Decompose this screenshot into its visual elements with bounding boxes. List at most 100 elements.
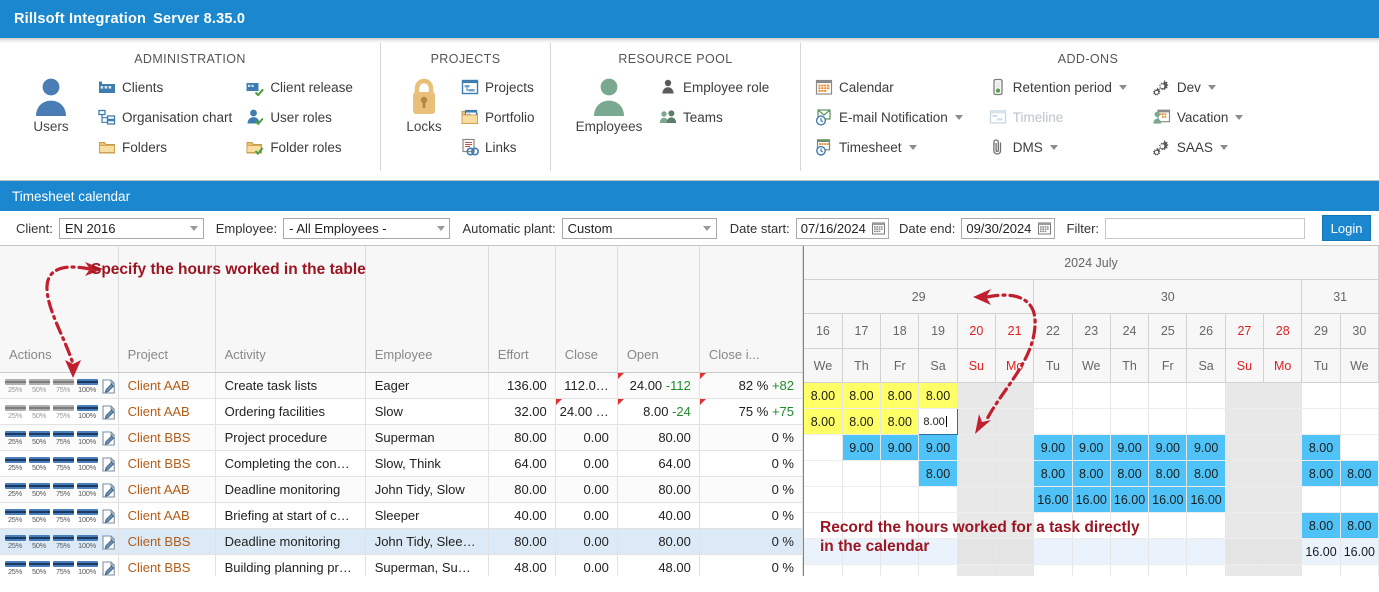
column-header-actions[interactable]: Actions (0, 246, 119, 373)
progress-button-50pct[interactable]: 50% (28, 482, 50, 498)
progress-button-75pct[interactable]: 75% (52, 508, 74, 524)
cell-open[interactable]: 80.00 (617, 528, 700, 555)
calendar-cell[interactable] (1186, 538, 1226, 565)
cell-close-index[interactable]: 0 % (699, 554, 804, 576)
calendar-cell[interactable] (880, 512, 920, 539)
calendar-cell[interactable] (995, 564, 1035, 576)
ribbon-item-email-notification[interactable]: E-mail Notification (815, 102, 963, 132)
calendar-cell[interactable] (1186, 383, 1226, 409)
calendar-cell[interactable] (1340, 486, 1379, 513)
calendar-cell[interactable] (1263, 512, 1303, 539)
cell-project[interactable]: Client BBS (118, 424, 216, 451)
cell-activity[interactable]: Deadline monitoring (215, 476, 366, 503)
progress-button-25pct[interactable]: 25% (4, 404, 26, 420)
progress-button-100pct[interactable]: 100% (76, 430, 98, 446)
calendar-cell[interactable] (1340, 434, 1379, 461)
calendar-cell[interactable] (1148, 538, 1188, 565)
cell-employee[interactable]: Superman (365, 424, 489, 451)
progress-button-50pct[interactable]: 50% (28, 534, 50, 550)
calendar-cell[interactable] (1148, 383, 1188, 409)
progress-button-25pct[interactable]: 25% (4, 560, 26, 576)
calendar-cell[interactable]: 9.00 (1148, 434, 1188, 461)
edit-icon[interactable] (102, 508, 116, 524)
ribbon-item-teams[interactable]: Teams (659, 102, 769, 132)
cell-project[interactable]: Client AAB (118, 373, 216, 399)
cell-close-index[interactable]: 0 % (699, 424, 804, 451)
cell-employee[interactable]: Sleeper (365, 502, 489, 529)
chevron-down-icon[interactable] (1207, 84, 1216, 90)
calendar-picker-icon[interactable] (1037, 222, 1051, 235)
calendar-cell[interactable]: 8.00 (842, 408, 882, 435)
ribbon-item-employee-role[interactable]: Employee role (659, 72, 769, 102)
column-header-activity[interactable]: Activity (215, 246, 366, 373)
chevron-down-icon[interactable] (954, 114, 963, 120)
column-header-close-i[interactable]: Close i... (699, 246, 804, 373)
cell-open[interactable]: 24.00 -112 (617, 373, 700, 399)
calendar-cell[interactable] (957, 383, 996, 409)
cell-effort[interactable]: 136.00 (488, 373, 556, 399)
cell-project[interactable]: Client AAB (118, 502, 216, 529)
edit-icon[interactable] (102, 404, 116, 420)
calendar-cell[interactable] (957, 408, 996, 435)
calendar-cell[interactable] (957, 486, 996, 513)
calendar-cell[interactable]: 9.00 (842, 434, 882, 461)
progress-button-25pct[interactable]: 25% (4, 534, 26, 550)
cell-employee[interactable]: John Tidy, Slee… (365, 528, 489, 555)
progress-button-100pct[interactable]: 100% (76, 508, 98, 524)
cell-project[interactable]: Client AAB (118, 398, 216, 425)
ribbon-button-users[interactable]: Users (12, 72, 90, 134)
calendar-cell[interactable] (1110, 564, 1150, 576)
calendar-cell[interactable] (1225, 486, 1265, 513)
cell-employee[interactable]: John Tidy, Slow (365, 476, 489, 503)
table-row[interactable]: 25% 50% 75% 100% Client AAB Create task lists… (0, 373, 804, 399)
calendar-cell[interactable] (1110, 512, 1150, 539)
calendar-cell[interactable] (918, 512, 958, 539)
cell-effort[interactable]: 80.00 (488, 424, 556, 451)
cell-activity[interactable]: Create task lists (215, 373, 366, 399)
calendar-cell[interactable] (1263, 460, 1303, 487)
ribbon-button-employees[interactable]: Employees (563, 72, 655, 134)
chevron-down-icon[interactable] (1219, 144, 1228, 150)
cell-open[interactable]: 48.00 (617, 554, 700, 576)
column-header-project[interactable]: Project (118, 246, 216, 373)
calendar-cell[interactable] (1033, 408, 1073, 435)
cell-open[interactable]: 40.00 (617, 502, 700, 529)
calendar-cell[interactable] (957, 538, 996, 565)
chevron-down-icon[interactable] (1049, 144, 1058, 150)
calendar-cell[interactable] (804, 434, 843, 461)
calendar-cell[interactable] (1225, 512, 1265, 539)
calendar-cell[interactable]: 8.00 (842, 383, 882, 409)
calendar-cell[interactable] (957, 460, 996, 487)
cell-open[interactable]: 8.00 -24 (617, 398, 700, 425)
calendar-cell[interactable] (957, 564, 996, 576)
cell-close[interactable]: 0.00 (555, 450, 618, 477)
calendar-cell[interactable]: 9.00 (1033, 434, 1073, 461)
cell-activity[interactable]: Briefing at start of c… (215, 502, 366, 529)
progress-button-75pct[interactable]: 75% (52, 560, 74, 576)
calendar-cell[interactable] (1186, 564, 1226, 576)
calendar-cell[interactable] (880, 564, 920, 576)
calendar-cell[interactable] (842, 512, 882, 539)
cell-open[interactable]: 80.00 (617, 476, 700, 503)
progress-button-75pct[interactable]: 75% (52, 404, 74, 420)
calendar-cell[interactable] (1263, 538, 1303, 565)
calendar-cell[interactable] (1033, 538, 1073, 565)
calendar-cell[interactable] (995, 486, 1035, 513)
progress-button-75pct[interactable]: 75% (52, 430, 74, 446)
cell-close[interactable]: 24.00 … (555, 398, 618, 425)
calendar-cell[interactable] (1148, 564, 1188, 576)
calendar-cell[interactable] (804, 486, 843, 513)
calendar-cell[interactable]: 8.00 (918, 460, 958, 487)
ribbon-item-user-roles[interactable]: User roles (246, 102, 353, 132)
progress-button-75pct[interactable]: 75% (52, 482, 74, 498)
cell-close[interactable]: 0.00 (555, 424, 618, 451)
edit-icon[interactable] (102, 560, 116, 576)
calendar-cell[interactable] (1225, 383, 1265, 409)
calendar-cell[interactable] (1225, 434, 1265, 461)
progress-button-75pct[interactable]: 75% (52, 534, 74, 550)
calendar-cell[interactable]: 8.00 (804, 383, 843, 409)
cell-close-index[interactable]: 0 % (699, 502, 804, 529)
column-header-employee[interactable]: Employee (365, 246, 489, 373)
table-row[interactable]: 25% 50% 75% 100% Client BBS Completing the co… (0, 450, 804, 477)
calendar-cell[interactable] (957, 434, 996, 461)
